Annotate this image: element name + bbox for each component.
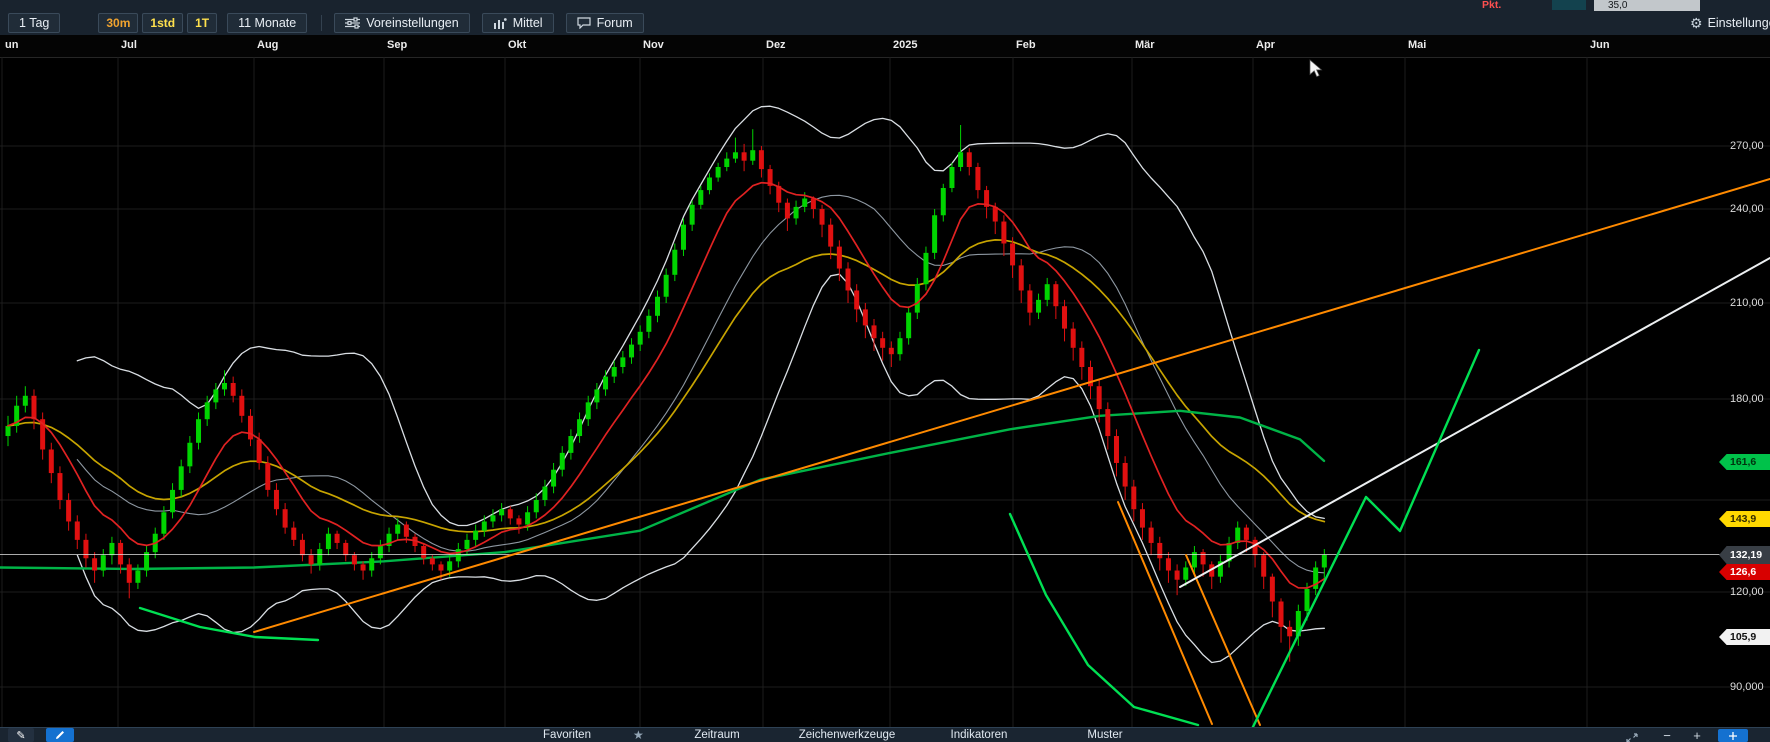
candles bbox=[6, 125, 1327, 662]
price-change-text: Pkt. bbox=[1482, 0, 1501, 11]
month-label: Okt bbox=[508, 39, 526, 51]
month-label: Apr bbox=[1256, 39, 1275, 51]
bottom-toolbar: Favoriten Zeitraum Zeichenwerkzeuge Indikat… bbox=[0, 727, 1770, 742]
bottom-tab-indikatoren[interactable]: Indikatoren bbox=[951, 729, 1008, 741]
bottom-tab-muster[interactable]: Muster bbox=[1087, 729, 1122, 741]
bottom-tab-zeichenwerkzeuge[interactable]: Zeichenwerkzeuge bbox=[799, 729, 896, 741]
speech-bubble-icon bbox=[577, 17, 591, 29]
quote-value: 35,0 bbox=[1594, 0, 1700, 11]
month-label: 2025 bbox=[893, 39, 917, 51]
mittel-label: Mittel bbox=[513, 16, 543, 30]
sliders-icon bbox=[345, 17, 360, 29]
draw-tool-button[interactable] bbox=[46, 728, 74, 742]
favorites-star-icon[interactable]: ★ bbox=[633, 728, 644, 742]
voreinstellungen-label: Voreinstellungen bbox=[366, 16, 458, 30]
bollinger-middle-band bbox=[77, 195, 1324, 573]
month-label: Mär bbox=[1135, 39, 1155, 51]
forum-button[interactable]: Forum bbox=[566, 13, 644, 33]
mittel-button[interactable]: Mittel bbox=[482, 13, 554, 33]
month-label: Jul bbox=[121, 39, 137, 51]
voreinstellungen-button[interactable]: Voreinstellungen bbox=[334, 13, 469, 33]
settings-label: Einstellungen bbox=[1708, 16, 1770, 30]
interval-button-30m[interactable]: 30m bbox=[98, 13, 138, 33]
bottom-tab-favoriten[interactable]: Favoriten bbox=[543, 729, 591, 741]
fit-chart-button[interactable] bbox=[1718, 729, 1748, 742]
green-drawn-v bbox=[1010, 514, 1198, 725]
month-label: Sep bbox=[387, 39, 407, 51]
price-chart[interactable] bbox=[0, 57, 1770, 727]
pencil-tool-button[interactable]: ✎ bbox=[8, 728, 34, 742]
month-label: Aug bbox=[257, 39, 278, 51]
quote-chip bbox=[1552, 0, 1586, 10]
orange-steep-line-2 bbox=[1186, 555, 1260, 725]
fast-ema-line bbox=[8, 183, 1324, 588]
gridlines bbox=[0, 57, 1770, 727]
interval-button-1t[interactable]: 1T bbox=[187, 13, 217, 33]
crosshair-icon bbox=[1727, 731, 1739, 741]
span-button[interactable]: 11 Monate bbox=[227, 13, 307, 33]
month-label: Jun bbox=[1590, 39, 1610, 51]
settings-button[interactable]: ⚙ Einstellungen bbox=[1690, 11, 1770, 35]
expand-icon[interactable] bbox=[1626, 730, 1638, 742]
interval-button-group: 30m1std1T bbox=[98, 13, 217, 33]
gear-icon: ⚙ bbox=[1690, 15, 1703, 32]
top-toolbar: 1 Tag 30m1std1T 11 Monate Voreinstellung… bbox=[0, 11, 1770, 36]
time-axis[interactable]: un Jul Aug Sep Okt Nov Dez 2025 Feb Mär Apr Mai Jun bbox=[0, 35, 1770, 58]
month-label: Feb bbox=[1016, 39, 1036, 51]
trading-chart-app: Pkt. 35,0 1 Tag 30m1std1T 11 Monate Vore… bbox=[0, 0, 1770, 742]
zoom-out-button[interactable]: − bbox=[1658, 728, 1676, 742]
green-drawn-zigzag bbox=[1248, 350, 1479, 727]
month-label: Dez bbox=[766, 39, 786, 51]
interval-button-1std[interactable]: 1std bbox=[142, 13, 183, 33]
forum-label: Forum bbox=[597, 16, 633, 30]
month-label: Mai bbox=[1408, 39, 1426, 51]
pencil-icon: ✎ bbox=[16, 729, 25, 742]
zoom-in-button[interactable]: + bbox=[1688, 728, 1706, 742]
brush-icon bbox=[55, 730, 65, 740]
white-trend-line bbox=[1180, 258, 1770, 587]
mouse-cursor bbox=[1310, 60, 1322, 77]
month-label: Nov bbox=[643, 39, 664, 51]
timeframe-button[interactable]: 1 Tag bbox=[8, 13, 60, 33]
month-label: un bbox=[5, 39, 18, 51]
indicator-bars-icon bbox=[493, 17, 507, 29]
quote-strip: Pkt. 35,0 bbox=[0, 0, 1770, 11]
green-drawn-curve-left bbox=[140, 608, 318, 640]
toolbar-divider bbox=[321, 15, 322, 31]
bollinger-lower-band bbox=[77, 274, 1324, 662]
bottom-tab-zeitraum[interactable]: Zeitraum bbox=[694, 729, 739, 741]
